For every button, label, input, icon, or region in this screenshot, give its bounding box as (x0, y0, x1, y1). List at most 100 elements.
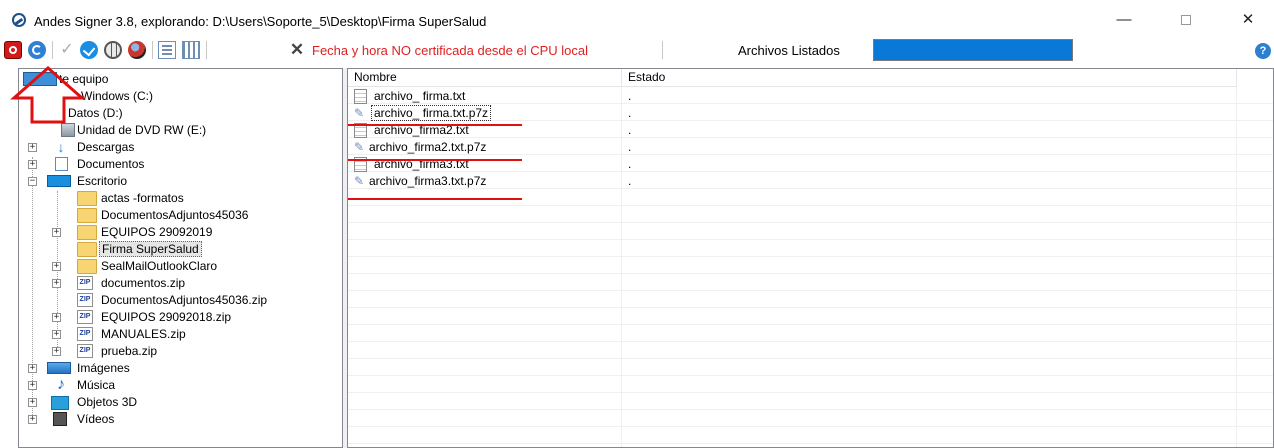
expand-icon[interactable]: + (52, 313, 61, 322)
grid-row (348, 393, 1273, 410)
expand-icon[interactable]: + (28, 398, 37, 407)
column-header-nombre[interactable]: Nombre (348, 69, 621, 87)
tree-item-label: documentos.zip (101, 276, 186, 290)
grid-row (348, 410, 1273, 427)
expand-icon[interactable]: + (28, 160, 37, 169)
tree-item-documentos[interactable]: + Documentos (23, 156, 144, 173)
expand-icon[interactable]: + (52, 262, 61, 271)
dvd-drive-icon (61, 123, 75, 137)
tree-item-label: DocumentosAdjuntos45036.zip (101, 293, 268, 307)
maximize-button[interactable] (1163, 8, 1209, 32)
grid-row (348, 342, 1273, 359)
file-state: . (628, 123, 632, 137)
folder-icon (77, 242, 97, 257)
refresh-icon[interactable] (28, 41, 46, 59)
expand-icon[interactable]: + (52, 330, 61, 339)
toolbar-separator (662, 41, 663, 59)
tree-item-sealmail[interactable]: + SealMailOutlookClaro (52, 258, 218, 275)
expand-icon[interactable]: + (28, 415, 37, 424)
zip-icon: ZIP (77, 344, 93, 358)
detail-view-icon[interactable] (182, 41, 200, 59)
tree-item-dvd-e[interactable]: Unidad de DVD RW (E:) (57, 122, 206, 139)
file-state: . (628, 106, 632, 120)
tree-item-prueba-zip[interactable]: + ZIP prueba.zip (52, 343, 158, 360)
tree-item-actas-formatos[interactable]: actas -formatos (59, 190, 184, 207)
file-list[interactable]: Nombre Estado archivo_ firma.txt ✎ archi… (347, 68, 1274, 448)
tree-item-label: Imágenes (77, 361, 130, 375)
app-logo-icon (12, 13, 26, 27)
grid-row (348, 206, 1273, 223)
tools-icon[interactable]: ✕ (288, 41, 306, 59)
tree-item-label: Música (77, 378, 116, 392)
expand-icon[interactable]: + (52, 347, 61, 356)
listed-files-label: Archivos Listados (738, 43, 840, 58)
grid-row (348, 274, 1273, 291)
file-row[interactable]: ✎ archivo_firma3.txt.p7z (352, 173, 486, 190)
folder-icon (77, 191, 97, 206)
tree-item-label: Unidad de DVD RW (E:) (77, 123, 207, 137)
zip-icon: ZIP (77, 293, 93, 307)
videos-folder-icon (53, 412, 67, 426)
collapse-icon[interactable]: − (28, 177, 37, 186)
tree-item-documentos-zip[interactable]: + ZIP documentos.zip (52, 275, 186, 292)
tree-item-imagenes[interactable]: + Imágenes (23, 360, 130, 377)
tree-item-documentos-adjuntos-zip[interactable]: ZIP DocumentosAdjuntos45036.zip (59, 292, 267, 309)
tree-item-label: Documentos (77, 157, 145, 171)
grid-row (348, 87, 1273, 104)
toolbar-separator (52, 41, 53, 59)
toolbar-separator (206, 41, 207, 59)
folder-icon (77, 225, 97, 240)
tree-item-label: Firma SuperSalud (99, 241, 202, 257)
tree-item-equipos-2018-zip[interactable]: + ZIP EQUIPOS 29092018.zip (52, 309, 231, 326)
grid-row (348, 155, 1273, 172)
grid-row (348, 257, 1273, 274)
file-name: archivo_firma2.txt.p7z (369, 140, 487, 154)
zip-icon: ZIP (77, 276, 93, 290)
file-state: . (628, 174, 632, 188)
expand-icon[interactable]: + (52, 279, 61, 288)
stop-icon[interactable] (4, 41, 22, 59)
toolbar: ✓ ✕ Fecha y hora NO certificada desde el… (0, 38, 1274, 62)
music-folder-icon: ♪ (57, 376, 65, 393)
tree-item-label: DocumentosAdjuntos45036 (101, 208, 249, 222)
highlight-underline (348, 124, 522, 126)
column-separator[interactable] (1236, 69, 1237, 87)
grid-row (348, 376, 1273, 393)
tree-item-equipos-2019[interactable]: + EQUIPOS 29092019 (52, 224, 212, 241)
globe-icon[interactable] (104, 41, 122, 59)
tree-item-escritorio[interactable]: − Escritorio (23, 173, 127, 190)
help-icon[interactable]: ? (1255, 43, 1271, 59)
expand-icon[interactable]: + (28, 143, 37, 152)
tree-item-musica[interactable]: + ♪ Música (23, 377, 115, 394)
grid-row (348, 291, 1273, 308)
tree-item-label: prueba.zip (101, 344, 158, 358)
column-header-estado[interactable]: Estado (622, 69, 1236, 87)
ball-icon[interactable] (128, 41, 146, 59)
certificate-warning: Fecha y hora NO certificada desde el CPU… (312, 43, 589, 58)
list-view-icon[interactable] (158, 41, 176, 59)
tree-item-documentos-adjuntos[interactable]: DocumentosAdjuntos45036 (59, 207, 248, 224)
tree-item-videos[interactable]: + Vídeos (23, 411, 114, 428)
expand-icon[interactable]: + (52, 228, 61, 237)
expand-icon[interactable]: + (28, 381, 37, 390)
check-blue-icon[interactable] (80, 41, 98, 59)
tree-item-label: Escritorio (77, 174, 128, 188)
tree-item-label: Descargas (77, 140, 135, 154)
tree-item-firma-supersalud[interactable]: Firma SuperSalud (59, 241, 202, 258)
tree-item-descargas[interactable]: + ↓ Descargas (23, 139, 134, 156)
tree-item-label: Objetos 3D (77, 395, 138, 409)
check-gray-icon[interactable]: ✓ (58, 41, 76, 59)
file-row[interactable]: ✎ archivo_ firma.txt.p7z (352, 105, 492, 122)
file-row[interactable]: ✎ archivo_firma2.txt.p7z (352, 139, 486, 156)
tree-item-objetos-3d[interactable]: + Objetos 3D (23, 394, 137, 411)
window-title: Andes Signer 3.8, explorando: D:\Users\S… (34, 14, 487, 29)
tree-item-label: SealMailOutlookClaro (101, 259, 218, 273)
file-state: . (628, 140, 632, 154)
tree-item-manuales-zip[interactable]: + ZIP MANUALES.zip (52, 326, 186, 343)
expand-icon[interactable]: + (28, 364, 37, 373)
close-button[interactable]: ✕ (1225, 8, 1271, 32)
minimize-button[interactable]: — (1101, 8, 1147, 32)
file-name: archivo_ firma.txt (374, 89, 466, 103)
file-row[interactable]: archivo_ firma.txt (352, 88, 465, 105)
folder-tree[interactable]: te equipo Windows (C:) Datos (D:) Unidad… (18, 68, 343, 448)
